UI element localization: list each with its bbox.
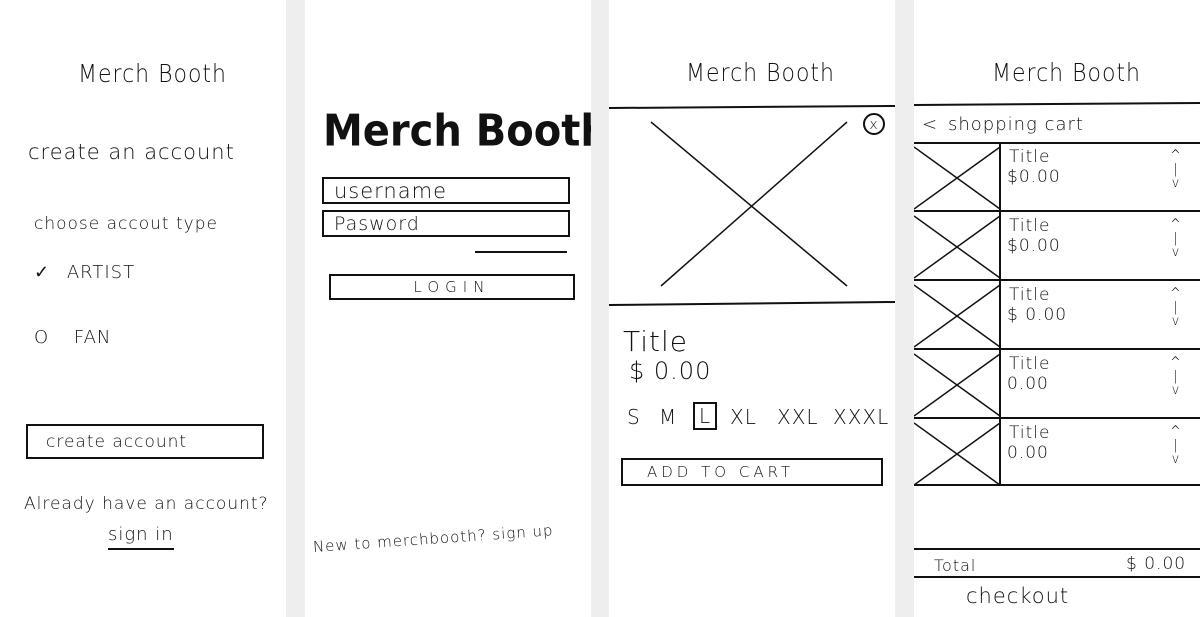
product-screen: Merch Booth x Title $ 0.00 S M L XL XXL … (609, 0, 895, 617)
create-account-button[interactable]: create account (26, 424, 264, 459)
item-thumbnail-placeholder (914, 422, 1001, 486)
item-title: Title (1009, 354, 1051, 374)
account-type-label: choose accout type (34, 214, 218, 234)
app-brand: Merch Booth (992, 59, 1142, 88)
item-price: 0.00 (1007, 374, 1049, 394)
cart-item[interactable]: Title 0.00 ^ | v (914, 350, 1200, 419)
size-option-l-selected[interactable]: L (693, 402, 718, 430)
item-price: $0.00 (1007, 236, 1061, 256)
product-image-placeholder (609, 105, 895, 306)
radio-checked-icon: ✓ (34, 262, 51, 283)
back-icon[interactable]: < (922, 114, 938, 135)
cart-item[interactable]: Title $0.00 ^ | v (914, 143, 1200, 212)
product-price: $ 0.00 (629, 357, 712, 385)
quantity-stepper-icon[interactable]: ^ | v (1170, 287, 1182, 329)
item-title: Title (1009, 423, 1051, 443)
cart-heading: shopping cart (948, 114, 1084, 135)
product-title: Title (623, 325, 689, 358)
quantity-stepper-icon[interactable]: ^ | v (1170, 149, 1182, 191)
add-to-cart-button[interactable]: ADD TO CART (621, 458, 883, 486)
login-screen: Merch Booth username Pasword LOGIN New t… (305, 0, 591, 617)
item-thumbnail-placeholder (914, 353, 1200, 419)
quantity-stepper-icon[interactable]: ^ | v (1170, 356, 1182, 398)
cart-item[interactable]: Title $ 0.00 ^ | v (914, 281, 1200, 350)
size-option-m[interactable]: M (659, 405, 677, 429)
item-title: Title (1009, 147, 1051, 167)
divider-line (475, 251, 567, 253)
password-field[interactable]: Pasword (322, 210, 570, 237)
cart-item[interactable]: Title $0.00 ^ | v (914, 212, 1200, 281)
sign-in-link[interactable]: sign in (108, 524, 174, 550)
close-icon[interactable]: x (863, 113, 885, 135)
login-button[interactable]: LOGIN (329, 274, 575, 300)
item-title: Title (1009, 216, 1051, 236)
already-have-account-text: Already have an account? (24, 494, 269, 514)
signup-prompt-link[interactable]: New to merchbooth? sign up (312, 521, 554, 556)
quantity-stepper-icon[interactable]: ^ | v (1170, 218, 1182, 260)
total-label: Total (934, 556, 977, 575)
item-price: $0.00 (1007, 167, 1061, 187)
cart-screen: Merch Booth < shopping cart Title $0.00 … (914, 0, 1200, 617)
account-option-label: ARTIST (66, 262, 136, 283)
size-option-xl[interactable]: XL (730, 405, 757, 429)
item-price: $ 0.00 (1007, 305, 1068, 325)
item-title: Title (1009, 285, 1051, 305)
quantity-stepper-icon[interactable]: ^ | v (1170, 425, 1182, 467)
username-field[interactable]: username (322, 177, 570, 204)
app-brand: Merch Booth (78, 60, 228, 89)
total-value: $ 0.00 (1126, 554, 1187, 574)
page-title: create an account (28, 140, 235, 164)
item-price: 0.00 (1007, 443, 1049, 463)
checkout-button[interactable]: checkout (966, 584, 1069, 608)
size-option-s[interactable]: S (627, 405, 641, 429)
radio-empty-icon: O (34, 327, 50, 348)
cart-item[interactable]: Title 0.00 ^ | v (914, 419, 1200, 487)
account-option-label: FAN (73, 327, 112, 348)
header-divider (914, 102, 1200, 106)
size-option-xxxl[interactable]: XXXL (833, 405, 889, 429)
account-option-fan[interactable]: O FAN (34, 327, 111, 348)
app-brand: Merch Booth (323, 105, 591, 157)
app-brand: Merch Booth (686, 59, 836, 88)
size-option-xxl[interactable]: XXL (777, 405, 819, 429)
signup-screen: Merch Booth create an account choose acc… (0, 0, 286, 617)
account-option-artist[interactable]: ✓ ARTIST (34, 262, 135, 283)
